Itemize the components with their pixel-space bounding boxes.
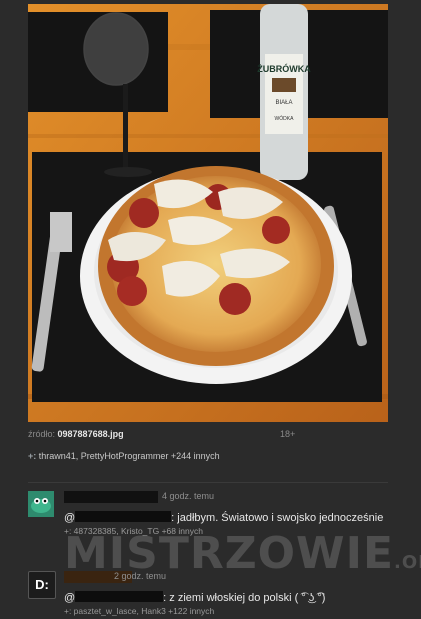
section-divider bbox=[28, 482, 388, 483]
bottle-brand: ŻUBRÓWKA bbox=[257, 63, 311, 74]
avatar[interactable] bbox=[28, 491, 54, 517]
mention-redacted[interactable] bbox=[75, 511, 172, 522]
age-rating-badge: 18+ bbox=[280, 429, 296, 439]
pizza-photo: ŻUBRÓWKA BIAŁA WÓDKA bbox=[28, 4, 388, 422]
comment-plus-list[interactable]: +: pasztet_w_lasce, Hank3 +122 innych bbox=[64, 606, 214, 616]
source-line: źródło: 0987887688.jpg bbox=[28, 429, 124, 439]
mention-at: @ bbox=[64, 592, 76, 604]
comment-2: D: 2 godz. temu @ : z ziemi włoskiej do p… bbox=[28, 571, 421, 619]
plus-label: +: bbox=[28, 451, 37, 461]
avatar[interactable]: D: bbox=[28, 571, 56, 599]
mention-redacted[interactable] bbox=[75, 591, 164, 602]
mention-at: @ bbox=[64, 512, 76, 524]
comment-text: @ : z ziemi włoskiej do polski ( ͡° ͜ʖ ͡°… bbox=[64, 591, 325, 604]
plus-users[interactable]: thrawn41, PrettyHotProgrammer +244 innyc… bbox=[39, 451, 220, 461]
post-image[interactable]: ŻUBRÓWKA BIAŁA WÓDKA bbox=[28, 4, 388, 422]
bottle-type: WÓDKA bbox=[275, 115, 295, 122]
post-plus-list: +: thrawn41, PrettyHotProgrammer +244 in… bbox=[28, 451, 220, 461]
frog-avatar-icon bbox=[28, 491, 54, 517]
source-filename[interactable]: 0987887688.jpg bbox=[58, 429, 124, 439]
comment-time: 4 godz. temu bbox=[162, 491, 215, 501]
bottle-sub: BIAŁA bbox=[275, 100, 292, 106]
comment-text: @ : jadłbym. Światowo i swojsko jednocześ… bbox=[64, 511, 383, 524]
comment-time: 2 godz. temu bbox=[114, 571, 167, 581]
source-label: źródło: bbox=[28, 429, 56, 439]
watermark-suffix: .ORG bbox=[394, 552, 421, 573]
username-redacted[interactable] bbox=[64, 491, 158, 503]
comment-body: : jadłbym. Światowo i swojsko jednocześn… bbox=[171, 512, 384, 524]
comment-body: : z ziemi włoskiej do polski ( ͡° ͜ʖ ͡°) bbox=[163, 592, 326, 604]
